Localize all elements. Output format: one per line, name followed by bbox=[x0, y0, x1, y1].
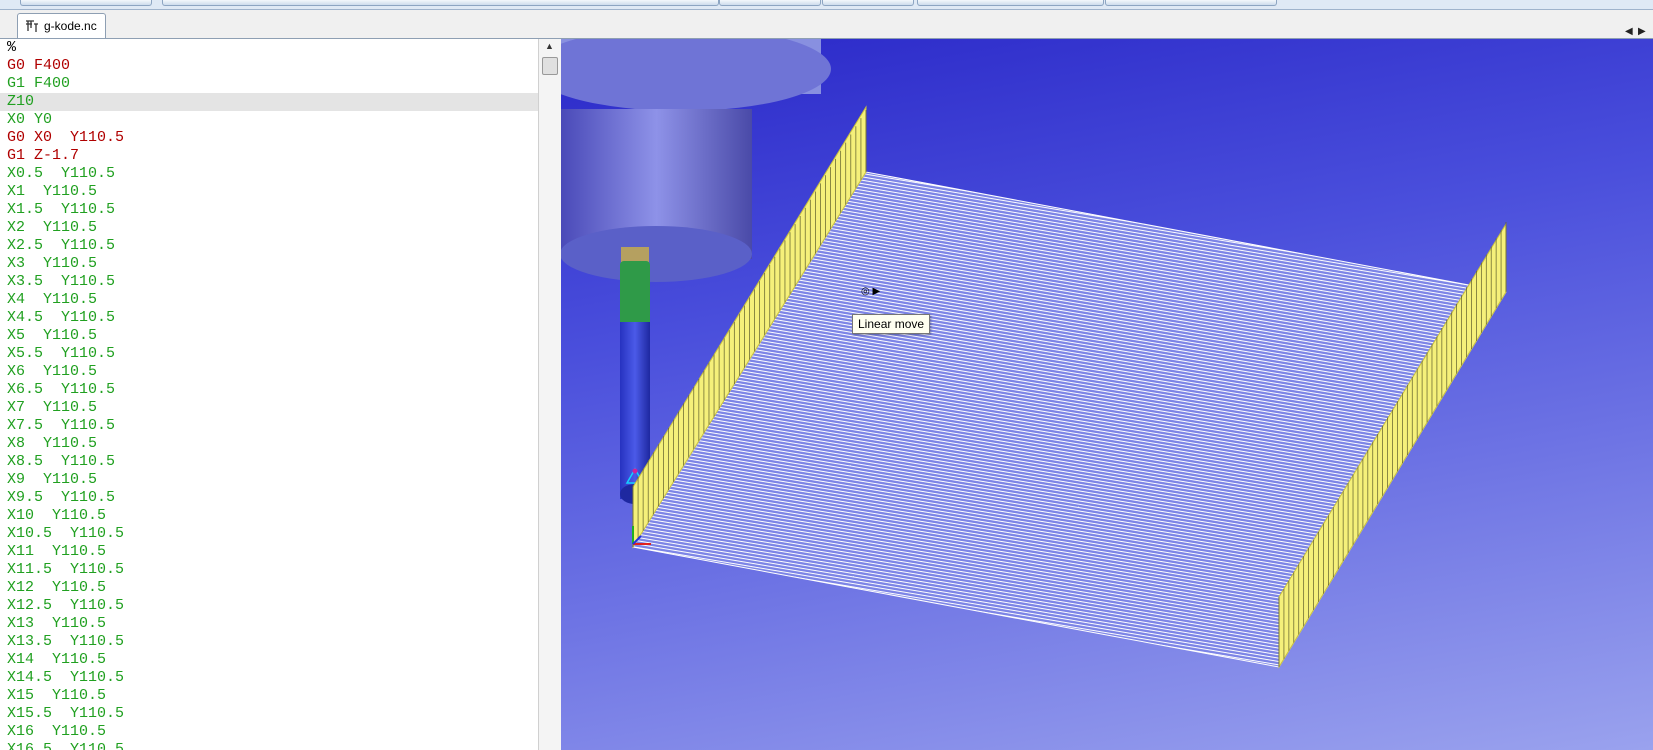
code-line[interactable]: X4.5 Y110.5 bbox=[0, 309, 538, 327]
code-line[interactable]: X9.5 Y110.5 bbox=[0, 489, 538, 507]
code-line[interactable]: X6.5 Y110.5 bbox=[0, 381, 538, 399]
code-line[interactable]: X4 Y110.5 bbox=[0, 291, 538, 309]
editor-vertical-scrollbar[interactable]: ▲ bbox=[538, 39, 562, 750]
mouse-cursor-icon: ◎ ▶ bbox=[861, 286, 881, 297]
ribbon-button-5[interactable] bbox=[917, 0, 1104, 6]
code-line[interactable]: X1 Y110.5 bbox=[0, 183, 538, 201]
code-line[interactable]: X11 Y110.5 bbox=[0, 543, 538, 561]
code-line[interactable]: X5.5 Y110.5 bbox=[0, 345, 538, 363]
code-line[interactable]: X16.5 Y110.5 bbox=[0, 741, 538, 750]
triangle-left-icon[interactable]: ◀ bbox=[1625, 26, 1633, 37]
code-line[interactable]: X5 Y110.5 bbox=[0, 327, 538, 345]
ribbon-button-1[interactable] bbox=[20, 0, 152, 6]
code-line[interactable]: X12.5 Y110.5 bbox=[0, 597, 538, 615]
scrollbar-thumb[interactable] bbox=[542, 57, 558, 75]
code-line[interactable]: X13.5 Y110.5 bbox=[0, 633, 538, 651]
code-line[interactable]: X3 Y110.5 bbox=[0, 255, 538, 273]
code-line[interactable]: X10 Y110.5 bbox=[0, 507, 538, 525]
code-line[interactable]: G1 Z-1.7 bbox=[0, 147, 538, 165]
code-line[interactable]: X3.5 Y110.5 bbox=[0, 273, 538, 291]
gcode-editor[interactable]: % G0 F400 G1 F400 Z10 X0 Y0 G0 X0 Y110.5 G1 Z-… bbox=[0, 39, 539, 750]
code-line[interactable]: X11.5 Y110.5 bbox=[0, 561, 538, 579]
code-line[interactable]: G1 F400 bbox=[0, 75, 538, 93]
code-line[interactable]: X12 Y110.5 bbox=[0, 579, 538, 597]
document-tab-bar: g-kode.nc ◀ ▶ bbox=[0, 10, 1653, 39]
code-line[interactable]: X13 Y110.5 bbox=[0, 615, 538, 633]
tooltip: Linear move bbox=[852, 314, 931, 334]
toolpath-file-icon bbox=[26, 20, 38, 32]
code-line[interactable]: X2 Y110.5 bbox=[0, 219, 538, 237]
code-line[interactable]: X16 Y110.5 bbox=[0, 723, 538, 741]
gcode-lines: % G0 F400 G1 F400 Z10 X0 Y0 G0 X0 Y110.5 G1 Z-… bbox=[0, 39, 538, 750]
ribbon-button-3[interactable] bbox=[719, 0, 821, 6]
code-line[interactable]: X8.5 Y110.5 bbox=[0, 453, 538, 471]
code-line[interactable]: G0 X0 Y110.5 bbox=[0, 129, 538, 147]
code-line[interactable]: X9 Y110.5 bbox=[0, 471, 538, 489]
ribbon-button-6[interactable] bbox=[1105, 0, 1277, 6]
code-line[interactable]: X7 Y110.5 bbox=[0, 399, 538, 417]
tab-label: g-kode.nc bbox=[44, 19, 97, 33]
code-line[interactable]: X8 Y110.5 bbox=[0, 435, 538, 453]
ribbon-button-2[interactable] bbox=[162, 0, 719, 6]
tab-gcode-file[interactable]: g-kode.nc bbox=[17, 13, 106, 38]
machine-scene bbox=[561, 39, 1507, 669]
code-line[interactable]: X0.5 Y110.5 bbox=[0, 165, 538, 183]
code-line[interactable]: X10.5 Y110.5 bbox=[0, 525, 538, 543]
code-line[interactable]: X2.5 Y110.5 bbox=[0, 237, 538, 255]
code-line[interactable]: X14 Y110.5 bbox=[0, 651, 538, 669]
code-line[interactable]: X15 Y110.5 bbox=[0, 687, 538, 705]
code-line[interactable]: X14.5 Y110.5 bbox=[0, 669, 538, 687]
triangle-right-icon[interactable]: ▶ bbox=[1638, 26, 1646, 37]
toolpath-floor bbox=[632, 171, 1507, 668]
milling-tool bbox=[620, 247, 650, 504]
code-line[interactable]: X7.5 Y110.5 bbox=[0, 417, 538, 435]
ribbon-edge bbox=[0, 0, 1653, 10]
code-line[interactable]: X1.5 Y110.5 bbox=[0, 201, 538, 219]
ribbon-button-4[interactable] bbox=[822, 0, 914, 6]
code-line[interactable]: X6 Y110.5 bbox=[0, 363, 538, 381]
code-line[interactable]: X15.5 Y110.5 bbox=[0, 705, 538, 723]
code-line[interactable]: G0 F400 bbox=[0, 57, 538, 75]
code-line[interactable]: % bbox=[0, 39, 538, 57]
3d-simulation-viewport[interactable]: ◎ ▶ Linear move bbox=[561, 39, 1653, 750]
scroll-up-icon[interactable]: ▲ bbox=[545, 41, 554, 51]
code-line[interactable]: Z10 bbox=[0, 93, 538, 111]
code-line[interactable]: X0 Y0 bbox=[0, 111, 538, 129]
